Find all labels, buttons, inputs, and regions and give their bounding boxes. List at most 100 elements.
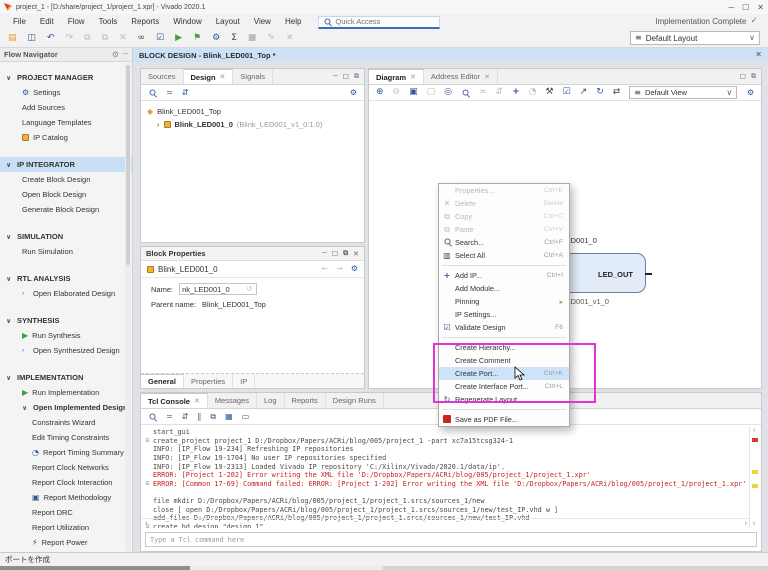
tab-tcl-console[interactable]: Tcl Console✕	[141, 393, 208, 408]
tree-root-row[interactable]: ◆ Blink_LED001_Top	[147, 105, 364, 118]
edit-pencil-icon[interactable]: ✎	[267, 34, 275, 43]
navigator-gear-icon[interactable]: ⚙	[112, 51, 119, 59]
sidebar-item-settings[interactable]: ⚙Settings	[0, 85, 132, 100]
zoom-in-icon[interactable]: ⊕	[376, 88, 384, 97]
cancel-icon[interactable]: ✕	[286, 34, 294, 43]
sidebar-item-language-templates[interactable]: Language Templates	[0, 115, 132, 130]
menu-tools[interactable]: Tools	[92, 15, 125, 29]
menu-item-create-hierarchy[interactable]: Create Hierarchy...	[439, 341, 569, 354]
sidebar-item-constraints-wizard[interactable]: Constraints Wizard	[0, 415, 132, 430]
tab-diagram[interactable]: Diagram✕	[369, 69, 424, 84]
sidebar-item-report-utilization[interactable]: Report Utilization	[0, 520, 132, 535]
search-icon[interactable]	[149, 413, 157, 421]
menu-item-add-module[interactable]: Add Module...	[439, 282, 569, 295]
panel-minimize-icon[interactable]: ─	[333, 73, 338, 80]
reset-icon[interactable]: ↺	[246, 285, 252, 294]
sidebar-item-report-power[interactable]: ⚡Report Power	[0, 535, 132, 550]
menu-help[interactable]: Help	[278, 15, 308, 29]
menu-item-search[interactable]: Search...Ctrl+F	[439, 236, 569, 249]
fit-selection-icon[interactable]: ▢	[427, 88, 436, 97]
sidebar-item-open-block-design[interactable]: Open Block Design	[0, 187, 132, 202]
panel-close-icon[interactable]: ✕	[353, 250, 359, 258]
expand-all-icon[interactable]: ⇵	[182, 413, 189, 421]
sidebar-section-ip-integrator[interactable]: ∨IP INTEGRATOR	[0, 157, 132, 172]
find-binoculars-icon[interactable]: ∞	[138, 34, 146, 43]
tab-log[interactable]: Log	[257, 393, 285, 408]
search-icon[interactable]	[149, 89, 157, 97]
window-close-button[interactable]: ✕	[757, 3, 764, 12]
menu-item-create-port[interactable]: Create Port...Ctrl+K	[439, 367, 569, 380]
queue-icon[interactable]: ▦	[225, 413, 233, 421]
search-icon[interactable]	[462, 89, 470, 97]
sidebar-section-rtl-analysis[interactable]: ∨RTL ANALYSIS	[0, 271, 132, 286]
collapse-all-icon[interactable]: ≍	[479, 88, 487, 97]
menu-file[interactable]: File	[6, 15, 33, 29]
menu-edit[interactable]: Edit	[33, 15, 61, 29]
sidebar-item-report-methodology[interactable]: ▣Report Methodology	[0, 490, 132, 505]
validate-icon[interactable]: ☑	[156, 34, 164, 43]
copy-icon[interactable]: ⧉	[210, 413, 216, 421]
forward-arrow-icon[interactable]: →	[336, 265, 343, 273]
back-arrow-icon[interactable]: ←	[321, 265, 328, 273]
tcl-command-input[interactable]	[150, 536, 752, 544]
navigator-minimize-icon[interactable]: ─	[123, 51, 128, 59]
sidebar-section-implementation[interactable]: ∨IMPLEMENTATION	[0, 370, 132, 385]
window-maximize-button[interactable]: ☐	[742, 3, 749, 12]
validate-design-icon[interactable]: ☑	[563, 88, 571, 97]
expand-all-icon[interactable]: ⇵	[182, 89, 189, 97]
autofit-icon[interactable]: ◎	[444, 88, 452, 97]
zoom-fit-icon[interactable]: ▣	[409, 88, 418, 97]
panel-maximize-icon[interactable]: ☐	[740, 73, 746, 81]
flag-icon[interactable]: ⚑	[193, 34, 201, 43]
menu-item-properties[interactable]: Properties...Ctrl+E	[439, 184, 569, 197]
tab-signals[interactable]: Signals	[233, 69, 273, 84]
sidebar-item-report-clock-interaction[interactable]: Report Clock Interaction	[0, 475, 132, 490]
sidebar-item-run-simulation[interactable]: Run Simulation	[0, 244, 132, 259]
port-pin[interactable]	[645, 273, 652, 275]
tree-child-row[interactable]: › Blink_LED001_0 (Blink_LED001_v1_0:1.0)	[147, 118, 364, 131]
sidebar-item-report-clock-networks[interactable]: Report Clock Networks	[0, 460, 132, 475]
sidebar-item-open-elaborated-design[interactable]: ›Open Elaborated Design	[0, 286, 132, 301]
close-icon[interactable]: ✕	[194, 397, 200, 405]
tab-properties[interactable]: Properties	[184, 374, 233, 388]
sidebar-item-run-implementation[interactable]: ▶Run Implementation	[0, 385, 132, 400]
sidebar-item-generate-block-design[interactable]: Generate Block Design	[0, 202, 132, 217]
stop-icon[interactable]: ■	[248, 34, 257, 43]
menu-layout[interactable]: Layout	[209, 15, 247, 29]
menu-reports[interactable]: Reports	[124, 15, 166, 29]
sidebar-item-run-synthesis[interactable]: ▶Run Synthesis	[0, 328, 132, 343]
name-field[interactable]	[182, 285, 246, 294]
pin-icon[interactable]: ↗	[580, 88, 588, 97]
close-icon[interactable]: ✕	[755, 51, 762, 59]
menu-item-copy[interactable]: ⧉CopyCtrl+C	[439, 210, 569, 223]
copy-icon[interactable]: ⧉	[84, 34, 90, 43]
scroll-right-icon[interactable]: ›	[745, 520, 747, 527]
menu-window[interactable]: Window	[166, 15, 208, 29]
delete-icon[interactable]: ✕	[119, 34, 127, 43]
sidebar-item-ip-catalog[interactable]: IP Catalog	[0, 130, 132, 145]
sidebar-item-add-sources[interactable]: Add Sources	[0, 100, 132, 115]
panel-float-icon[interactable]: ⧉	[343, 250, 348, 258]
menu-item-paste[interactable]: ⧉PasteCtrl+V	[439, 223, 569, 236]
tab-design-runs[interactable]: Design Runs	[326, 393, 384, 408]
run-icon[interactable]: ▶	[175, 34, 182, 43]
panel-maximize-icon[interactable]: ☐	[343, 73, 349, 81]
collapse-all-icon[interactable]: ≍	[166, 413, 173, 421]
tcl-output[interactable]: start_gui ⊟create_project project_1 D:/D…	[142, 426, 750, 528]
interface-icon[interactable]: ⇄	[613, 88, 621, 97]
panel-minimize-icon[interactable]: ─	[322, 250, 327, 258]
settings-gear-icon[interactable]: ⚙	[212, 34, 220, 43]
undo-icon[interactable]: ↶	[47, 34, 55, 43]
gear-icon[interactable]: ⚙	[350, 89, 357, 97]
tab-sources[interactable]: Sources	[141, 69, 184, 84]
paste-icon[interactable]: ⧉	[102, 34, 108, 43]
add-ip-icon[interactable]: +	[512, 88, 520, 97]
expand-all-icon[interactable]: ⇵	[496, 88, 504, 97]
sidebar-item-edit-timing-constraints[interactable]: Edit Timing Constraints	[0, 430, 132, 445]
menu-item-create-comment[interactable]: Create Comment	[439, 354, 569, 367]
menu-item-save-as-pdf[interactable]: Save as PDF File...	[439, 413, 569, 426]
menu-item-create-interface-port[interactable]: Create Interface Port...Ctrl+L	[439, 380, 569, 393]
sidebar-item-open-synthesized-design[interactable]: ›Open Synthesized Design	[0, 343, 132, 358]
menu-flow[interactable]: Flow	[61, 15, 92, 29]
sidebar-section-synthesis[interactable]: ∨SYNTHESIS	[0, 313, 132, 328]
